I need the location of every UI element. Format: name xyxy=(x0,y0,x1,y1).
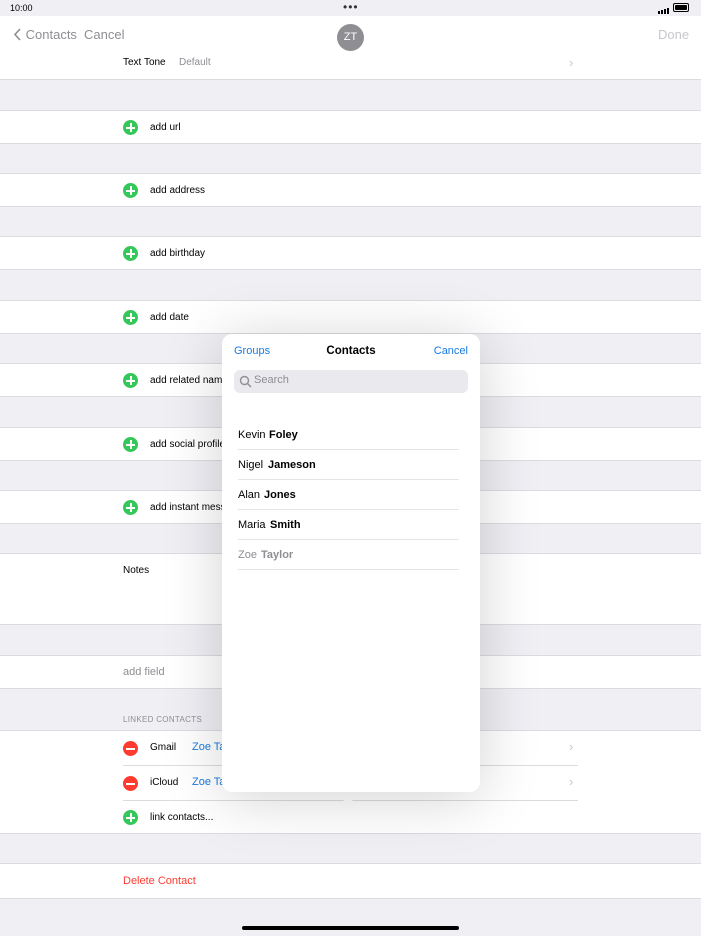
add-icon xyxy=(123,183,138,198)
add-icon xyxy=(123,310,138,325)
popover-cancel-button[interactable]: Cancel xyxy=(434,345,468,357)
remove-icon[interactable] xyxy=(123,776,138,791)
contact-last-name: Jones xyxy=(264,489,296,501)
done-button[interactable]: Done xyxy=(658,27,689,42)
add-address-row[interactable]: add address xyxy=(0,173,701,207)
add-field-label: add field xyxy=(123,666,165,678)
contact-list-item[interactable]: Kevin Foley xyxy=(238,420,459,450)
contact-list-item[interactable]: Nigel Jameson xyxy=(238,450,459,480)
add-icon xyxy=(123,437,138,452)
add-date-row[interactable]: add date xyxy=(0,300,701,334)
battery-icon xyxy=(673,3,689,12)
add-row-label: add birthday xyxy=(150,248,206,259)
linked-contact-source: iCloud xyxy=(150,777,179,788)
avatar: ZT xyxy=(337,24,364,51)
add-icon xyxy=(123,373,138,388)
contact-first-name: Alan xyxy=(238,489,261,501)
add-icon xyxy=(123,120,138,135)
signal-icon xyxy=(658,4,670,14)
contact-last-name: Taylor xyxy=(261,549,294,561)
add-icon xyxy=(123,246,138,261)
add-row-label: add date xyxy=(150,312,189,323)
add-row-label: add social profile xyxy=(150,439,226,450)
contact-last-name: Smith xyxy=(270,519,301,531)
text-tone-row[interactable]: Text Tone Default › xyxy=(0,54,701,80)
contact-last-name: Jameson xyxy=(268,459,316,471)
add-url-row[interactable]: add url xyxy=(0,110,701,144)
multitasking-dots-icon[interactable]: ••• xyxy=(343,0,359,14)
add-birthday-row[interactable]: add birthday xyxy=(0,236,701,270)
cancel-button[interactable]: Cancel xyxy=(84,27,124,42)
add-icon xyxy=(123,500,138,515)
search-icon xyxy=(239,375,252,388)
groups-button[interactable]: Groups xyxy=(234,345,270,357)
link-contacts-row[interactable]: link contacts... xyxy=(0,801,701,834)
back-button-label: Contacts xyxy=(25,27,77,42)
contacts-popover: Contacts Groups Cancel Kevin Foley Nigel… xyxy=(222,334,480,792)
status-time: 10:00 xyxy=(10,3,33,13)
contact-first-name: Zoe xyxy=(238,549,257,561)
contact-first-name: Nigel xyxy=(238,459,264,471)
notes-label: Notes xyxy=(123,565,150,576)
link-contacts-label: link contacts... xyxy=(150,812,214,823)
text-tone-value: Default xyxy=(179,57,211,68)
contact-list-item[interactable]: Maria Smith xyxy=(238,510,459,540)
chevron-right-icon: › xyxy=(569,774,574,789)
contact-list-item[interactable]: Alan Jones xyxy=(238,480,459,510)
add-icon xyxy=(123,810,138,825)
remove-icon[interactable] xyxy=(123,741,138,756)
add-row-label: add related name xyxy=(150,375,228,386)
search-bar[interactable] xyxy=(234,370,468,393)
chevron-right-icon: › xyxy=(569,739,574,754)
text-tone-label: Text Tone xyxy=(123,57,166,68)
delete-contact-row[interactable]: Delete Contact xyxy=(0,863,701,899)
linked-contact-source: Gmail xyxy=(150,742,177,753)
status-bar: 10:00 ••• xyxy=(0,0,701,16)
delete-contact-button[interactable]: Delete Contact xyxy=(123,875,196,887)
add-row-label: add address xyxy=(150,185,206,196)
chevron-right-icon: › xyxy=(569,55,574,70)
back-button[interactable]: Contacts xyxy=(13,27,77,42)
contact-first-name: Kevin xyxy=(238,429,266,441)
contact-list-item-disabled: Zoe Taylor xyxy=(238,540,459,570)
home-indicator xyxy=(242,926,459,930)
contact-first-name: Maria xyxy=(238,519,266,531)
contact-last-name: Foley xyxy=(269,429,298,441)
add-row-label: add url xyxy=(150,122,181,133)
chevron-left-icon xyxy=(13,28,21,41)
linked-contacts-header: LINKED CONTACTS xyxy=(123,715,203,724)
search-input[interactable] xyxy=(254,374,459,386)
